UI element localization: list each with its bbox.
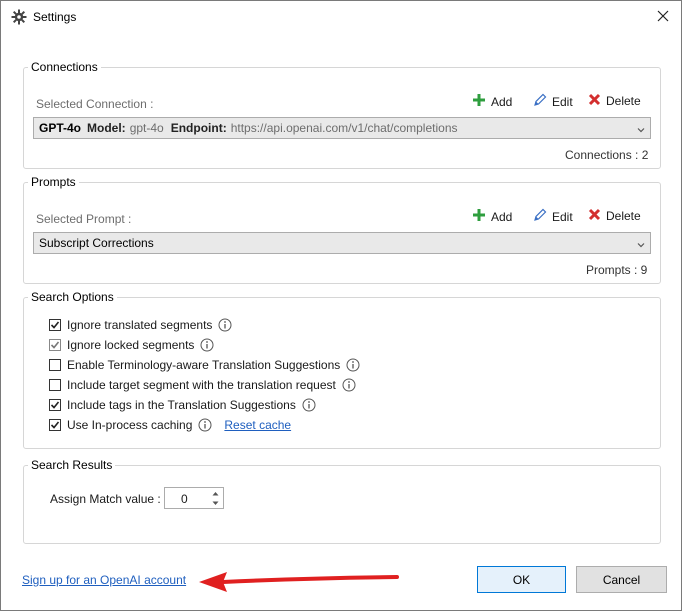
plus-icon (472, 208, 486, 225)
connections-legend: Connections (31, 60, 98, 74)
cancel-button[interactable]: Cancel (576, 566, 667, 593)
option-terminology-aware[interactable]: Enable Terminology-aware Translation Sug… (49, 357, 360, 373)
prompt-select[interactable]: Subscript Corrections (33, 232, 651, 254)
info-icon (346, 358, 360, 372)
assign-match-label: Assign Match value : (50, 492, 161, 506)
selected-connection-label: Selected Connection : (36, 97, 154, 111)
add-prompt-button[interactable]: Add (472, 208, 512, 225)
reset-cache-link[interactable]: Reset cache (224, 418, 291, 432)
red-arrow (199, 572, 399, 592)
close-icon (657, 10, 669, 25)
pencil-icon (533, 208, 547, 225)
option-include-target-segment[interactable]: Include target segment with the translat… (49, 377, 356, 393)
info-icon (198, 418, 212, 432)
pencil-icon (533, 93, 547, 110)
option-label: Ignore translated segments (67, 318, 213, 332)
stepper-up-icon[interactable] (209, 489, 221, 498)
connections-count: Connections : 2 (565, 148, 649, 162)
search-options-legend: Search Options (31, 290, 114, 304)
chevron-down-icon (637, 238, 645, 252)
option-label: Include target segment with the translat… (67, 378, 336, 392)
x-icon (588, 208, 601, 224)
delete-connection-label: Delete (606, 94, 641, 108)
assign-match-value: 0 (181, 492, 188, 506)
ok-button[interactable]: OK (477, 566, 566, 593)
add-connection-label: Add (491, 94, 513, 109)
delete-prompt-label: Delete (606, 209, 641, 223)
prompt-selected-value: Subscript Corrections (39, 236, 154, 250)
x-icon (588, 93, 601, 109)
delete-prompt-button[interactable]: Delete (588, 208, 641, 224)
edit-connection-button[interactable]: Edit (533, 93, 573, 110)
checkbox[interactable] (49, 379, 61, 391)
plus-icon (472, 93, 486, 110)
connection-select[interactable]: GPT-4o Model: gpt-4o Endpoint: https://a… (33, 117, 651, 139)
settings-dialog: Settings Connections Selected Connection… (0, 0, 682, 611)
option-label: Ignore locked segments (67, 338, 195, 352)
edit-connection-label: Edit (552, 94, 573, 109)
title-bar: Settings (1, 1, 681, 33)
edit-prompt-label: Edit (552, 209, 573, 224)
search-results-legend: Search Results (31, 458, 113, 472)
assign-match-stepper[interactable]: 0 (164, 487, 224, 509)
connection-model-label: Model: (87, 121, 126, 135)
add-prompt-label: Add (491, 209, 513, 224)
connection-endpoint-label: Endpoint: (170, 121, 227, 135)
info-icon (302, 398, 316, 412)
option-ignore-locked[interactable]: Ignore locked segments (49, 337, 214, 353)
info-icon (342, 378, 356, 392)
connection-model-value: gpt-4o (129, 121, 164, 135)
gear-icon (11, 9, 27, 25)
delete-connection-button[interactable]: Delete (588, 93, 641, 109)
option-label: Enable Terminology-aware Translation Sug… (67, 358, 341, 372)
connection-name: GPT-4o (39, 121, 82, 135)
chevron-down-icon (637, 123, 645, 137)
info-icon (200, 338, 214, 352)
option-label: Use In-process caching (67, 418, 193, 432)
selected-prompt-label: Selected Prompt : (36, 212, 132, 226)
info-icon (218, 318, 232, 332)
checkbox[interactable] (49, 399, 61, 411)
option-include-tags[interactable]: Include tags in the Translation Suggesti… (49, 397, 316, 413)
prompts-count: Prompts : 9 (586, 263, 648, 277)
signup-link[interactable]: Sign up for an OpenAI account (22, 573, 186, 587)
option-ignore-translated[interactable]: Ignore translated segments (49, 317, 232, 333)
prompts-legend: Prompts (31, 175, 76, 189)
connection-endpoint-value: https://api.openai.com/v1/chat/completio… (230, 121, 458, 135)
edit-prompt-button[interactable]: Edit (533, 208, 573, 225)
checkbox[interactable] (49, 339, 61, 351)
add-connection-button[interactable]: Add (472, 93, 512, 110)
close-button[interactable] (651, 5, 675, 29)
checkbox[interactable] (49, 359, 61, 371)
checkbox[interactable] (49, 319, 61, 331)
checkbox[interactable] (49, 419, 61, 431)
window-title: Settings (33, 10, 77, 24)
prompts-group: Prompts (23, 175, 661, 284)
option-in-process-caching[interactable]: Use In-process caching Reset cache (49, 417, 291, 433)
stepper-down-icon[interactable] (209, 499, 221, 508)
option-label: Include tags in the Translation Suggesti… (67, 398, 296, 412)
